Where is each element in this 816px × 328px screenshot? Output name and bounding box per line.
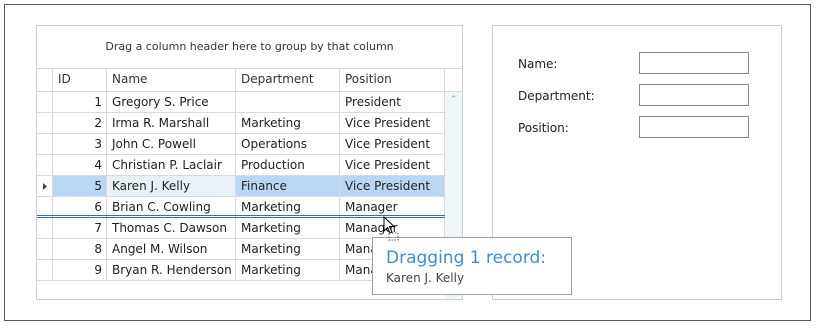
name-cell[interactable]: Angel M. Wilson — [107, 239, 236, 260]
current-row-icon — [43, 183, 47, 190]
department-label: Department: — [518, 89, 595, 103]
department-cell[interactable]: Marketing — [236, 113, 340, 134]
id-cell[interactable]: 8 — [53, 239, 107, 260]
position-cell[interactable]: Vice President — [340, 134, 445, 155]
chevron-up-icon[interactable]: ⌃ — [447, 94, 460, 106]
name-cell[interactable]: Bryan R. Henderson — [107, 260, 236, 281]
row-indicator[interactable] — [37, 260, 53, 281]
department-field[interactable] — [639, 84, 749, 106]
column-header-department[interactable]: Department — [236, 68, 340, 92]
position-field[interactable] — [639, 116, 749, 138]
position-cell[interactable]: Vice President — [340, 155, 445, 176]
id-cell[interactable]: 5 — [53, 176, 107, 197]
position-label: Position: — [518, 121, 569, 135]
department-cell[interactable]: Marketing — [236, 260, 340, 281]
name-cell[interactable]: Karen J. Kelly — [107, 176, 236, 197]
table-row[interactable]: 1 Gregory S. Price President — [37, 92, 445, 113]
drag-tooltip-title: Dragging 1 record: — [386, 248, 547, 268]
id-cell[interactable]: 7 — [53, 218, 107, 239]
row-indicator[interactable] — [37, 239, 53, 260]
id-cell[interactable]: 1 — [53, 92, 107, 113]
header-indicator — [37, 68, 53, 92]
header-corner — [445, 68, 462, 92]
position-cell[interactable]: Vice President — [340, 176, 445, 197]
column-header-id[interactable]: ID — [53, 68, 107, 92]
table-row[interactable]: 4 Christian P. Laclair Production Vice Pres… — [37, 155, 445, 176]
id-cell[interactable]: 3 — [53, 134, 107, 155]
row-indicator[interactable] — [37, 155, 53, 176]
name-cell[interactable]: Irma R. Marshall — [107, 113, 236, 134]
name-cell[interactable]: Thomas C. Dawson — [107, 218, 236, 239]
position-cell[interactable]: President — [340, 92, 445, 113]
row-indicator[interactable] — [37, 176, 53, 197]
row-indicator[interactable] — [37, 218, 53, 239]
id-cell[interactable]: 4 — [53, 155, 107, 176]
name-label: Name: — [518, 57, 558, 71]
position-cell[interactable]: Vice President — [340, 113, 445, 134]
id-cell[interactable]: 2 — [53, 113, 107, 134]
department-cell[interactable]: Operations — [236, 134, 340, 155]
row-indicator[interactable] — [37, 134, 53, 155]
department-cell[interactable]: Production — [236, 155, 340, 176]
name-cell[interactable]: Christian P. Laclair — [107, 155, 236, 176]
group-panel[interactable]: Drag a column header here to group by th… — [37, 26, 462, 69]
department-cell[interactable]: Marketing — [236, 239, 340, 260]
drag-cursor-icon — [383, 216, 399, 241]
drag-tooltip: Dragging 1 record: Karen J. Kelly — [372, 237, 572, 295]
drag-tooltip-record: Karen J. Kelly — [386, 271, 465, 285]
table-row[interactable]: 3 John C. Powell Operations Vice President — [37, 134, 445, 155]
table-row[interactable]: 2 Irma R. Marshall Marketing Vice President — [37, 113, 445, 134]
row-indicator[interactable] — [37, 113, 53, 134]
name-cell[interactable]: John C. Powell — [107, 134, 236, 155]
column-header-position[interactable]: Position — [340, 68, 445, 92]
department-cell[interactable]: Finance — [236, 176, 340, 197]
department-cell[interactable] — [236, 92, 340, 113]
id-cell[interactable]: 9 — [53, 260, 107, 281]
table-row[interactable]: 5 Karen J. Kelly Finance Vice President — [37, 176, 445, 197]
column-header-name[interactable]: Name — [107, 68, 236, 92]
name-field[interactable] — [639, 52, 749, 74]
name-cell[interactable]: Gregory S. Price — [107, 92, 236, 113]
department-cell[interactable]: Marketing — [236, 218, 340, 239]
row-indicator[interactable] — [37, 92, 53, 113]
